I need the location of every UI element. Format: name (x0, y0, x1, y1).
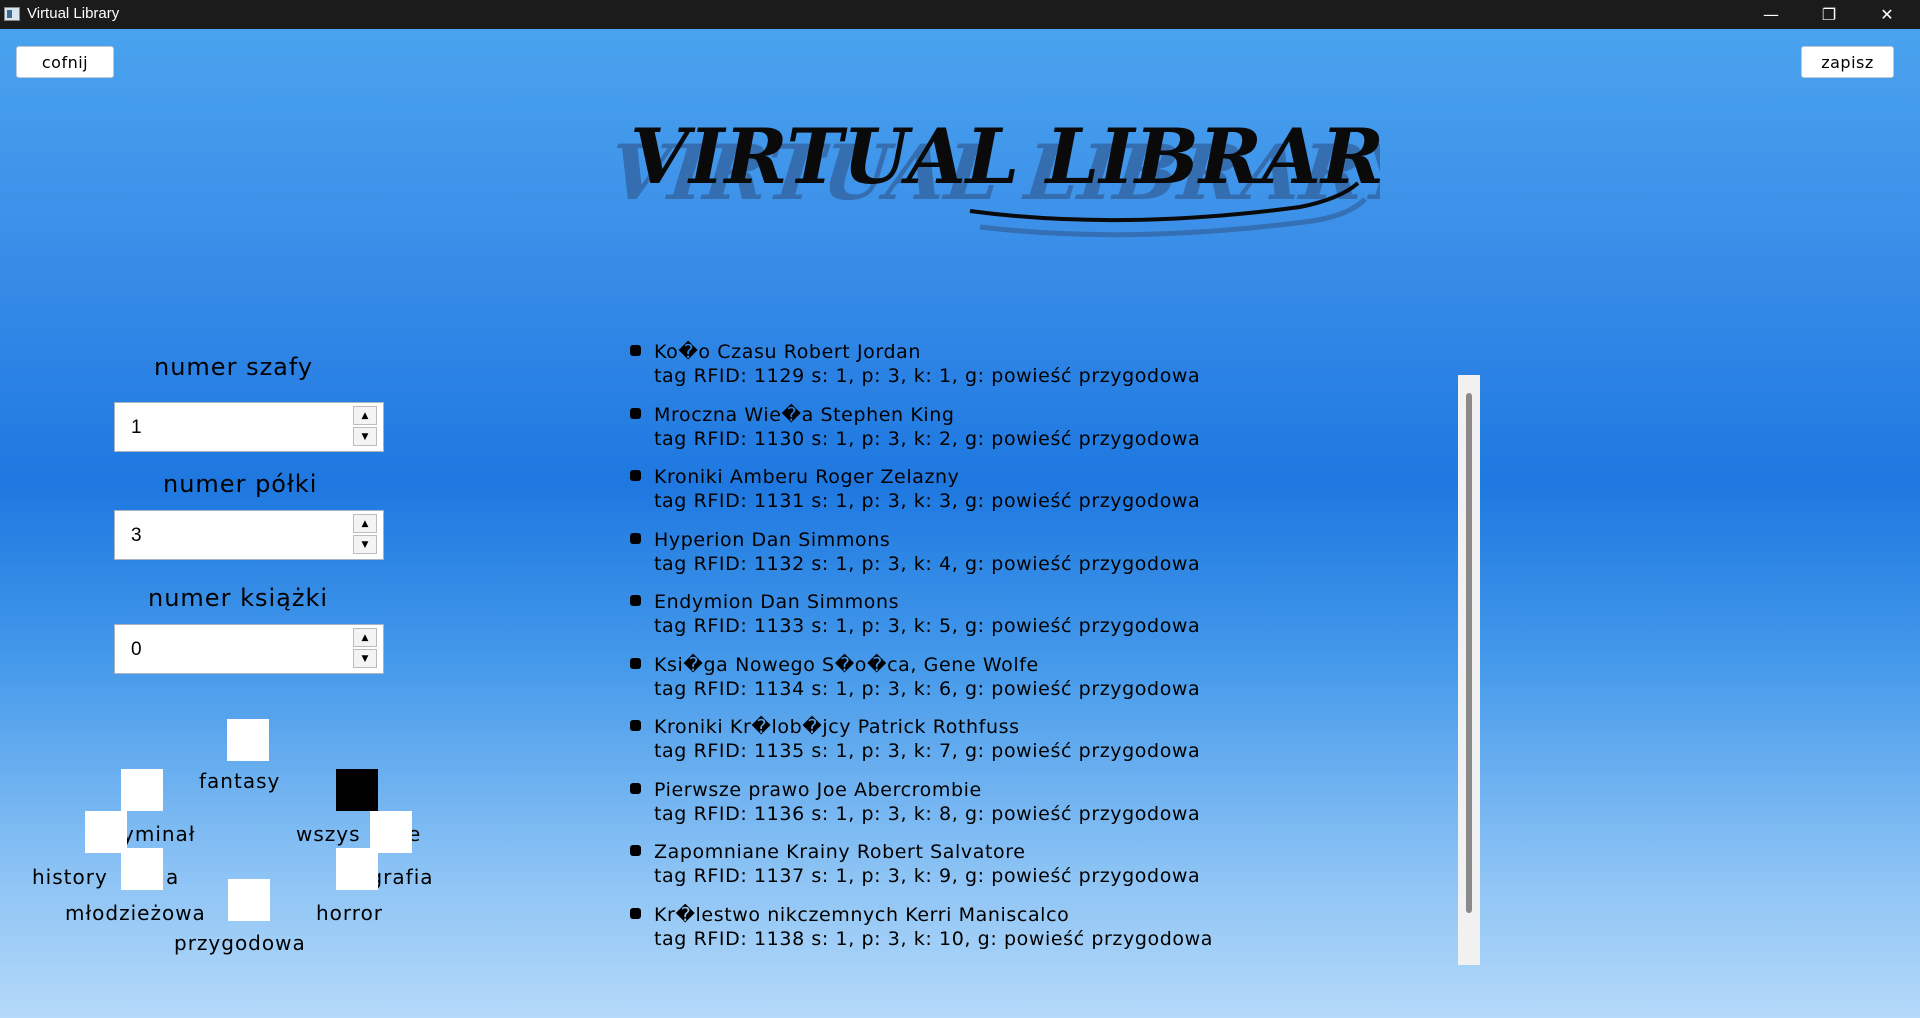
bullet-icon (630, 657, 641, 669)
book-details: tag RFID: 1136 s: 1, p: 3, k: 8, g: powi… (654, 802, 1201, 825)
genre-radio-horror[interactable] (336, 848, 378, 890)
decrement-icon[interactable]: ▼ (353, 535, 377, 554)
book-details: tag RFID: 1133 s: 1, p: 3, k: 5, g: powi… (654, 615, 1201, 637)
book-details: tag RFID: 1134 s: 1, p: 3, k: 6, g: powi… (654, 677, 1201, 700)
app-icon (4, 7, 20, 21)
bullet-icon (630, 345, 641, 356)
book-details: tag RFID: 1130 s: 1, p: 3, k: 2, g: powi… (654, 427, 1201, 450)
virtual-library-logo: VIRTUAL LIBRARY VIRTUAL LIBRARY (606, 112, 1380, 238)
maximize-icon[interactable]: ❐ (1800, 0, 1858, 29)
genre-label-fantasy: fantasy (199, 769, 281, 793)
book-title: Kr�lestwo nikczemnych Kerri Maniscalco (654, 903, 1070, 926)
increment-icon[interactable]: ▲ (353, 406, 377, 425)
genre-label-crime: yminał (122, 822, 196, 846)
close-icon[interactable]: ✕ (1858, 0, 1916, 29)
book-title: Ksi�ga Nowego S�o�ca, Gene Wolfe (654, 653, 1039, 676)
main-content: cofnij zapisz VIRTUAL LIBRARY VIRTUAL LI… (0, 29, 1920, 1018)
increment-icon[interactable]: ▲ (353, 628, 377, 647)
list-item[interactable]: Zapomniane Krainy Robert Salvatore tag R… (620, 841, 1380, 897)
book-title: Kroniki Amberu Roger Zelazny (654, 466, 960, 488)
genre-label-horror: horror (316, 901, 384, 925)
list-item[interactable]: Pierwsze prawo Joe Abercrombie tag RFID:… (620, 779, 1380, 835)
book-title: Hyperion Dan Simmons (654, 528, 891, 551)
increment-icon[interactable]: ▲ (353, 514, 377, 533)
bullet-icon (630, 470, 641, 481)
list-item[interactable]: Ko�o Czasu Robert Jordan tag RFID: 1129 … (620, 341, 1380, 397)
genre-label-all: wszys (296, 822, 361, 846)
list-item[interactable]: Kr�lestwo nikczemnych Kerri Maniscalco t… (620, 904, 1380, 960)
book-label: numer książki (148, 584, 329, 612)
book-value[interactable]: 0 (131, 639, 142, 661)
genre-radio-youth[interactable] (121, 848, 163, 890)
book-title: Zapomniane Krainy Robert Salvatore (654, 841, 1026, 863)
book-spinbox[interactable]: 0 ▲ ▼ (114, 624, 384, 674)
genre-label-historical-tail: a (166, 865, 180, 889)
genre-radio-crime[interactable] (121, 769, 163, 811)
genre-label-historical: history (32, 865, 108, 889)
window-title: Virtual Library (27, 5, 120, 22)
shelf-unit-spinbox[interactable]: 1 ▲ ▼ (114, 402, 384, 452)
list-item[interactable]: Endymion Dan Simmons tag RFID: 1133 s: 1… (620, 591, 1380, 647)
genre-radio-adventure[interactable] (228, 879, 270, 921)
bullet-icon (630, 845, 641, 856)
shelf-unit-value[interactable]: 1 (131, 417, 142, 439)
book-title: Kroniki Kr�lob�jcy Patrick Rothfuss (654, 716, 1020, 738)
book-title: Mroczna Wie�a Stephen King (654, 403, 955, 426)
list-scrollbar[interactable] (1458, 375, 1480, 965)
book-details: tag RFID: 1137 s: 1, p: 3, k: 9, g: powi… (654, 865, 1201, 887)
save-button[interactable]: zapisz (1801, 46, 1894, 78)
title-bar: Virtual Library — ❐ ✕ (0, 0, 1920, 29)
shelf-spinbox[interactable]: 3 ▲ ▼ (114, 510, 384, 560)
book-title: Ko�o Czasu Robert Jordan (654, 341, 922, 363)
bullet-icon (630, 532, 641, 544)
genre-label-adventure: przygodowa (174, 931, 306, 955)
scrollbar-thumb[interactable] (1466, 393, 1472, 913)
bullet-icon (630, 907, 641, 919)
book-details: tag RFID: 1129 s: 1, p: 3, k: 1, g: powi… (654, 365, 1201, 387)
minimize-icon[interactable]: — (1742, 0, 1800, 29)
genre-radio-biography[interactable] (370, 811, 412, 853)
shelf-label: numer półki (163, 470, 318, 498)
svg-text:VIRTUAL LIBRARY: VIRTUAL LIBRARY (630, 112, 1380, 201)
shelf-value[interactable]: 3 (131, 525, 142, 547)
book-details: tag RFID: 1138 s: 1, p: 3, k: 10, g: pow… (654, 927, 1213, 950)
bullet-icon (630, 407, 641, 419)
bullet-icon (630, 782, 641, 794)
list-item[interactable]: Mroczna Wie�a Stephen King tag RFID: 113… (620, 404, 1380, 460)
back-button[interactable]: cofnij (16, 46, 114, 78)
decrement-icon[interactable]: ▼ (353, 649, 377, 668)
book-details: tag RFID: 1135 s: 1, p: 3, k: 7, g: powi… (654, 740, 1201, 762)
list-item[interactable]: Kroniki Kr�lob�jcy Patrick Rothfuss tag … (620, 716, 1380, 772)
book-title: Pierwsze prawo Joe Abercrombie (654, 778, 982, 801)
genre-radio-all[interactable] (336, 769, 378, 811)
book-details: tag RFID: 1131 s: 1, p: 3, k: 3, g: powi… (654, 490, 1201, 512)
shelf-unit-label: numer szafy (154, 353, 314, 381)
list-item[interactable]: Hyperion Dan Simmons tag RFID: 1132 s: 1… (620, 529, 1380, 585)
list-item[interactable]: Ksi�ga Nowego S�o�ca, Gene Wolfe tag RFI… (620, 654, 1380, 710)
decrement-icon[interactable]: ▼ (353, 427, 377, 446)
book-details: tag RFID: 1132 s: 1, p: 3, k: 4, g: powi… (654, 552, 1201, 575)
genre-radio-fantasy[interactable] (227, 719, 269, 761)
bullet-icon (630, 595, 641, 606)
book-title: Endymion Dan Simmons (654, 591, 900, 613)
list-item[interactable]: Kroniki Amberu Roger Zelazny tag RFID: 1… (620, 466, 1380, 522)
genre-label-youth: młodzieżowa (65, 901, 206, 925)
bullet-icon (630, 720, 641, 731)
genre-radio-historical[interactable] (85, 811, 127, 853)
